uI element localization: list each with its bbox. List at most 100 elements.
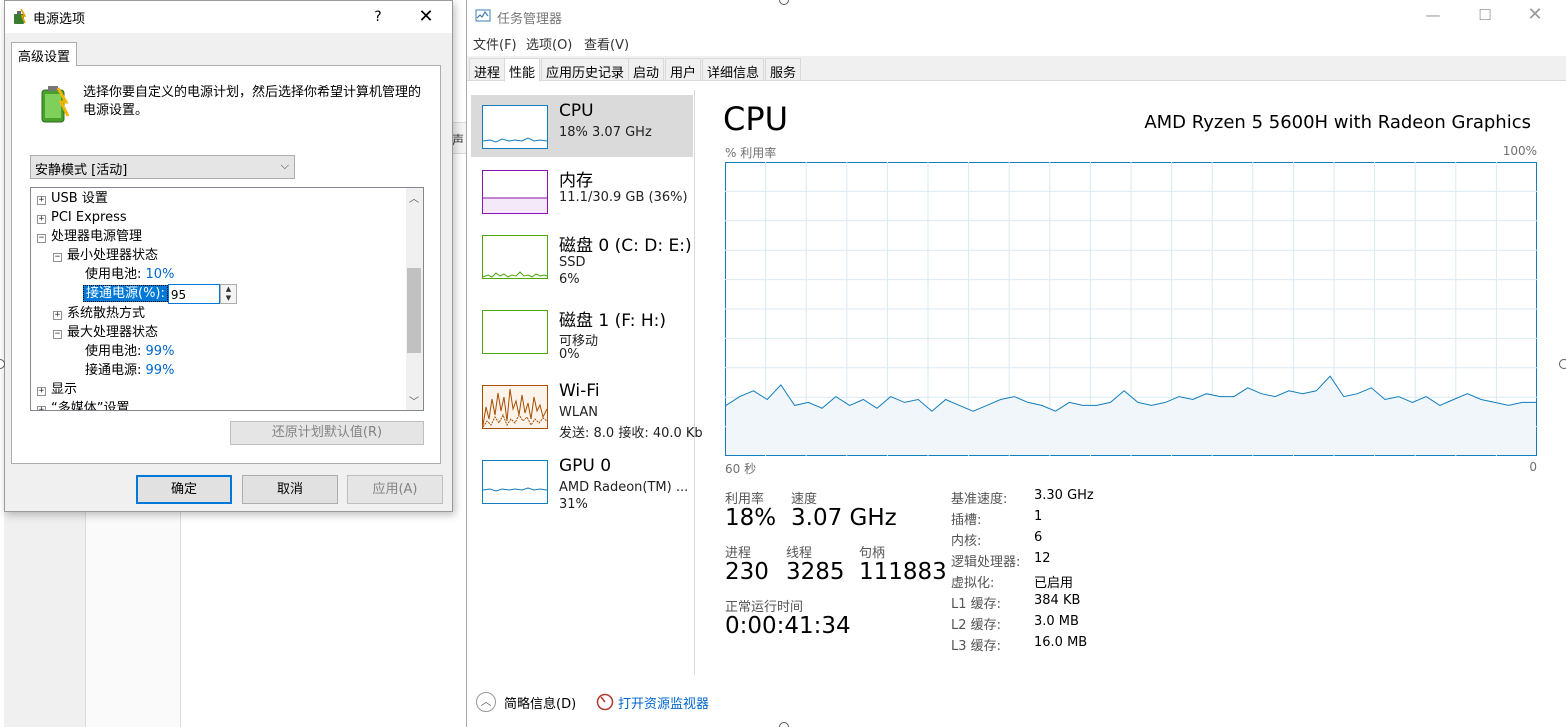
sidebar-item-name: 磁盘 0 (C: D: E:) [559, 236, 692, 256]
tree-item-cpu-power[interactable]: − 处理器电源管理 [37, 227, 142, 246]
spinner-arrows-icon[interactable]: ▲ ▼ [219, 284, 237, 304]
tab-startup[interactable]: 启动 [628, 58, 665, 81]
settings-tree[interactable]: + USB 设置 + PCI Express − 处理器电源管理 − 最小处理器状态 使… [30, 187, 424, 411]
task-manager-titlebar[interactable]: 任务管理器 — ☐ ✕ [467, 0, 1566, 32]
tree-item-max-battery[interactable]: 使用电池: 99% [85, 342, 174, 361]
close-button[interactable]: ✕ [413, 5, 439, 29]
tree-item-usb[interactable]: + USB 设置 [37, 189, 108, 208]
menu-options[interactable]: 选项(O) [526, 34, 572, 53]
tree-item-pci[interactable]: + PCI Express [37, 208, 127, 227]
expand-plus-icon[interactable]: + [37, 196, 46, 205]
open-resource-monitor-link[interactable]: 打开资源监视器 [618, 693, 709, 712]
sidebar-item-disk-1[interactable]: 磁盘 1 (F: H:) 可移动 0% [471, 300, 693, 362]
tab-app-history[interactable]: 应用历史记录 [541, 58, 630, 81]
tree-item-max-state[interactable]: − 最大处理器状态 [53, 323, 158, 342]
tree-item-multimedia[interactable]: + “多媒体”设置 [37, 399, 129, 410]
tree-item-max-plugged[interactable]: 接通电源: 99% [85, 361, 174, 380]
sidebar-item-cpu[interactable]: CPU 18% 3.07 GHz [471, 95, 693, 157]
graph-x-left-label: 60 秒 [725, 462, 757, 476]
dialog-title: 电源选项 [33, 12, 86, 27]
setting-value-link[interactable]: 99% [146, 363, 175, 378]
chevron-up-icon[interactable]: ︿ [476, 692, 496, 712]
background-window-sidebar [4, 510, 86, 727]
info-value-sockets: 1 [1034, 509, 1043, 524]
graph-y-max-label: 100% [1502, 144, 1537, 158]
sidebar-item-memory[interactable]: 内存 11.1/30.9 GB (36%) [471, 160, 693, 222]
setting-label: 使用电池: [85, 267, 142, 282]
sidebar-item-name: GPU 0 [559, 456, 612, 476]
sidebar-item-disk-0[interactable]: 磁盘 0 (C: D: E:) SSD 6% [471, 225, 693, 287]
ok-button[interactable]: 确定 [136, 475, 232, 504]
info-value-l1-cache: 384 KB [1034, 593, 1081, 608]
info-value-base-speed: 3.30 GHz [1034, 488, 1094, 503]
tree-item-display[interactable]: + 显示 [37, 380, 77, 399]
tab-processes[interactable]: 进程 [469, 58, 506, 81]
info-key-logical-processors: 逻辑处理器: [951, 555, 1021, 570]
minimize-button[interactable]: — [1410, 0, 1456, 32]
help-button[interactable]: ? [366, 5, 390, 29]
fewer-details-button[interactable]: 简略信息(D) [504, 693, 576, 712]
tree-item-min-battery[interactable]: 使用电池: 10% [85, 265, 174, 284]
sidebar-item-name: CPU [559, 101, 594, 121]
tree-item-label: 显示 [51, 382, 78, 397]
dialog-titlebar[interactable]: 电源选项 ? ✕ [5, 1, 452, 33]
tab-users[interactable]: 用户 [665, 58, 702, 81]
setting-value-link[interactable]: 99% [146, 344, 175, 359]
stat-value-speed: 3.07 GHz [791, 505, 897, 531]
menu-view[interactable]: 查看(V) [584, 34, 629, 53]
advanced-settings-panel: 选择你要自定义的电源计划，然后选择你希望计算机管理的电源设置。 安静模式 [活动… [11, 65, 441, 464]
info-key-l2-cache: L2 缓存: [951, 618, 1002, 633]
power-options-dialog: 电源选项 ? ✕ 高级设置 选择你要自定义的电源计划，然后选择你希望计算机管理的… [4, 0, 453, 512]
info-key-virtualization: 虚拟化: [951, 576, 995, 591]
info-value-l3-cache: 16.0 MB [1034, 635, 1088, 650]
sidebar-item-gpu-0[interactable]: GPU 0 AMD Radeon(TM) ... 31% [471, 450, 693, 512]
restore-defaults-button[interactable]: 还原计划默认值(R) [230, 421, 424, 445]
tree-item-label: USB 设置 [51, 191, 108, 206]
min-plugged-value-input[interactable]: 95 [167, 284, 220, 304]
tree-scrollbar[interactable]: ︿ ﹀ [406, 188, 423, 410]
tree-item-label: 处理器电源管理 [51, 229, 143, 244]
memory-thumbnail-graph [482, 170, 548, 214]
info-key-sockets: 插槽: [951, 513, 982, 528]
expand-plus-icon[interactable]: + [37, 387, 46, 396]
chevron-down-icon[interactable]: ⌵ [281, 159, 289, 173]
scrollbar-thumb[interactable] [407, 268, 421, 353]
resize-handle-right[interactable] [1559, 359, 1566, 369]
setting-label: 接通电源: [85, 363, 142, 378]
resize-handle-bottom[interactable] [779, 722, 789, 727]
cancel-button[interactable]: 取消 [242, 475, 338, 504]
sidebar-item-detail: AMD Radeon(TM) ... [559, 480, 689, 495]
expand-plus-icon[interactable]: + [37, 406, 46, 410]
expand-plus-icon[interactable]: + [37, 215, 46, 224]
collapse-minus-icon[interactable]: − [53, 253, 62, 262]
tab-advanced-settings[interactable]: 高级设置 [11, 42, 77, 66]
expand-plus-icon[interactable]: + [53, 311, 62, 320]
sidebar-item-detail: 31% [559, 497, 588, 512]
tree-item-min-plugged[interactable]: 接通电源(%): 95 ▲ ▼ [83, 284, 237, 304]
sidebar-item-wifi[interactable]: Wi-Fi WLAN 发送: 8.0 接收: 40.0 Kb [471, 375, 703, 441]
info-value-virtualization: 已启用 [1034, 576, 1074, 591]
tab-performance[interactable]: 性能 [504, 58, 541, 82]
gpu-thumbnail-graph [482, 460, 548, 504]
close-button[interactable]: ✕ [1512, 0, 1558, 32]
collapse-minus-icon[interactable]: − [53, 330, 62, 339]
scroll-down-icon[interactable]: ﹀ [409, 393, 419, 408]
cpu-detail-panel: CPU AMD Ryzen 5 5600H with Radeon Graphi… [701, 90, 1566, 675]
tree-item-min-state[interactable]: − 最小处理器状态 [53, 246, 158, 265]
setting-label: 使用电池: [85, 344, 142, 359]
menu-file[interactable]: 文件(F) [473, 34, 517, 53]
tab-services[interactable]: 服务 [765, 58, 802, 81]
maximize-button[interactable]: ☐ [1462, 0, 1508, 32]
tree-item-label: 最大处理器状态 [67, 325, 159, 340]
apply-button[interactable]: 应用(A) [347, 475, 443, 504]
page-title: CPU [723, 100, 789, 138]
collapse-minus-icon[interactable]: − [37, 234, 46, 243]
tab-details[interactable]: 详细信息 [702, 58, 765, 81]
tree-item-cooling[interactable]: + 系统散热方式 [53, 304, 145, 323]
sidebar-item-detail: 18% 3.07 GHz [559, 125, 652, 140]
power-plan-select[interactable]: 安静模式 [活动] ⌵ [30, 155, 295, 179]
info-key-cores: 内核: [951, 534, 982, 549]
setting-value-link[interactable]: 10% [146, 267, 175, 282]
task-manager-title: 任务管理器 [497, 12, 563, 27]
scroll-up-icon[interactable]: ︿ [409, 190, 419, 205]
